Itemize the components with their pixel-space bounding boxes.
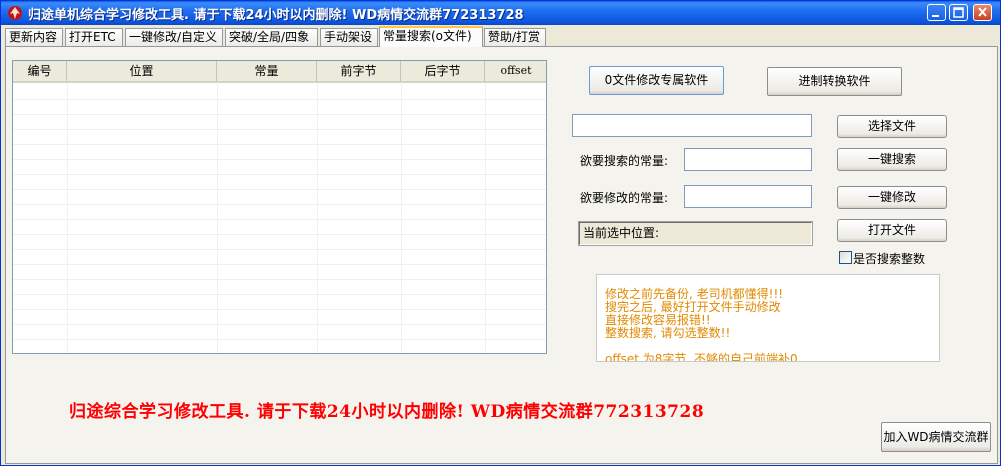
table-row-divider [13,219,546,220]
note-line: 整数搜索, 请勾选整数!! [605,326,731,340]
close-button[interactable] [973,4,992,21]
column-header-offset[interactable]: offset [485,61,546,81]
tab-updates[interactable]: 更新内容 [5,28,63,46]
search-constant-input[interactable] [684,148,812,171]
app-icon [8,6,22,20]
select-file-button[interactable]: 选择文件 [837,115,947,138]
table-row-divider [13,294,546,295]
one-key-modify-button[interactable]: 一键修改 [837,186,947,209]
minimize-button[interactable] [927,4,946,21]
tab-breakthrough[interactable]: 突破/全局/四象 [225,28,318,46]
join-group-button[interactable]: 加入WD病情交流群 [881,422,991,452]
table-row-divider [13,99,546,100]
table-column-divider [401,83,402,353]
window-title: 归途单机综合学习修改工具. 请于下载24小时以内删除! WD病情交流群77231… [28,8,524,23]
table-row-divider [13,114,546,115]
tab-open-etc[interactable]: 打开ETC [65,28,123,46]
table-row-divider [13,129,546,130]
o-file-tool-button[interactable]: 0文件修改专属软件 [589,66,724,95]
app-window: 归途单机综合学习修改工具. 请于下载24小时以内删除! WD病情交流群77231… [0,0,1001,466]
search-integer-checkbox[interactable] [839,251,852,264]
file-path-field[interactable] [572,114,812,137]
maximize-icon [953,7,964,18]
table-row-divider [13,309,546,310]
table-row-divider [13,159,546,160]
title-bar[interactable]: 归途单机综合学习修改工具. 请于下载24小时以内删除! WD病情交流群77231… [1,1,1000,25]
close-icon [978,7,987,17]
table-row-divider [13,144,546,145]
minimize-icon [932,15,939,17]
tab-manual-setup[interactable]: 手动架设 [320,28,378,46]
column-header-constant[interactable]: 常量 [217,61,317,81]
tab-constant-search[interactable]: 常量搜索(o文件) [379,26,483,47]
table-row-divider [13,189,546,190]
column-header-position[interactable]: 位置 [67,61,217,81]
column-header-next-bytes[interactable]: 后字节 [401,61,485,81]
column-header-prev-bytes[interactable]: 前字节 [317,61,401,81]
table-column-divider [485,83,486,353]
table-row-divider [13,324,546,325]
table-row-divider [13,339,546,340]
hex-convert-button[interactable]: 进制转换软件 [767,67,902,96]
modify-constant-label: 欲要修改的常量: [580,191,669,205]
one-key-search-button[interactable]: 一键搜索 [837,148,947,171]
maximize-button[interactable] [949,4,968,21]
tab-one-key-modify[interactable]: 一键修改/自定义 [125,28,223,46]
search-integer-label[interactable]: 是否搜索整数 [853,250,925,267]
tab-sponsor[interactable]: 赞助/打赏 [484,28,546,46]
table-column-divider [67,83,68,353]
notes-textarea[interactable]: 修改之前先备份, 老司机都懂得!!! 搜完之后, 最好打开文件手动修改 直接修改… [596,274,940,362]
modify-constant-input[interactable] [684,185,812,208]
table-row-divider [13,204,546,205]
note-line: offset 为8字节, 不够的自己前端补0 [605,352,798,362]
table-row-divider [13,234,546,235]
column-header-id[interactable]: 编号 [13,61,67,81]
table-row-divider [13,249,546,250]
tab-strip: 更新内容 打开ETC 一键修改/自定义 突破/全局/四象 手动架设 常量搜索(o… [5,26,1000,47]
results-table[interactable]: 编号 位置 常量 前字节 后字节 offset [12,60,547,354]
table-row-divider [13,264,546,265]
open-file-button[interactable]: 打开文件 [837,219,947,242]
table-header: 编号 位置 常量 前字节 后字节 offset [13,61,546,83]
warning-banner: 归途综合学习修改工具. 请于下载24小时以内删除! WD病情交流群7723137… [69,402,705,422]
search-constant-label: 欲要搜索的常量: [580,154,669,168]
table-row-divider [13,174,546,175]
table-row-divider [13,279,546,280]
table-column-divider [317,83,318,353]
table-column-divider [217,83,218,353]
current-position-display: 当前选中位置: [578,221,813,246]
